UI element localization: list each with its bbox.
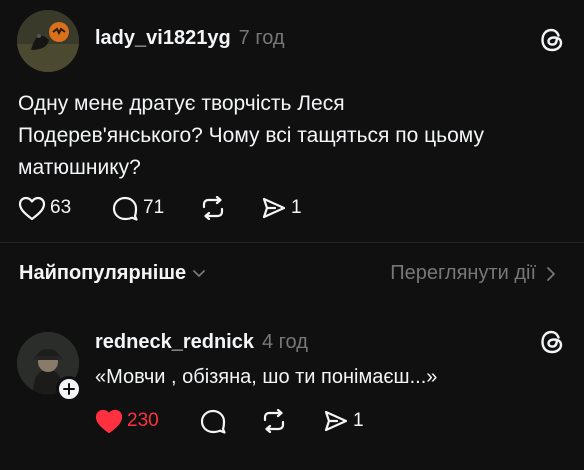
comment-count: 71 <box>143 197 165 218</box>
reply-comment-button[interactable] <box>199 408 227 434</box>
chevron-right-icon <box>547 266 555 281</box>
threads-logo-icon[interactable] <box>538 26 566 54</box>
follow-button[interactable] <box>56 376 82 402</box>
post-text-line: Подерев'янського? Чому всі тащяться по ц… <box>18 124 484 147</box>
comment-icon <box>112 196 138 221</box>
repost-icon <box>263 409 285 433</box>
heart-icon <box>18 196 46 221</box>
chevron-down-icon <box>193 269 206 277</box>
sort-label: Найпопулярніше <box>19 262 187 284</box>
sort-dropdown[interactable]: Найпопулярніше <box>19 262 206 285</box>
post-text-line: Одну мене дратує творчість Леся <box>18 92 345 115</box>
threads-logo-icon[interactable] <box>538 328 566 356</box>
reply-like-count: 230 <box>127 410 159 431</box>
share-icon <box>324 410 348 432</box>
repost-icon <box>202 196 224 220</box>
reply-share-button[interactable]: 1 <box>323 409 364 433</box>
plus-icon <box>63 383 75 395</box>
view-activity-label: Переглянути дії <box>390 262 536 284</box>
divider <box>0 242 584 243</box>
like-count: 63 <box>50 197 72 218</box>
reply-like-button[interactable]: 230 <box>95 408 159 434</box>
reply-text: «Мовчи , обізяна, шо ти понімаєш...» <box>95 366 438 388</box>
reply-author-username[interactable]: redneck_rednick <box>95 331 254 354</box>
reply-share-count: 1 <box>353 410 364 431</box>
post-author-username[interactable]: lady_vi1821yg <box>95 27 231 50</box>
reply-timestamp: 4 год <box>261 331 308 353</box>
comment-icon <box>200 409 226 434</box>
heart-icon <box>95 409 123 434</box>
post-timestamp: 7 год <box>238 27 285 49</box>
share-button[interactable]: 1 <box>261 196 302 220</box>
share-count: 1 <box>291 197 302 218</box>
share-icon <box>262 197 286 219</box>
like-button[interactable]: 63 <box>18 195 71 221</box>
post-text: Одну мене дратує творчість Леся Подерев'… <box>18 88 558 184</box>
view-activity-link[interactable]: Переглянути дії <box>390 262 556 285</box>
repost-button[interactable] <box>200 196 226 220</box>
reply-repost-button[interactable] <box>261 409 287 433</box>
comment-button[interactable]: 71 <box>111 195 164 221</box>
post-text-line: матюшнику? <box>18 156 141 179</box>
post-author-avatar[interactable] <box>17 10 79 72</box>
